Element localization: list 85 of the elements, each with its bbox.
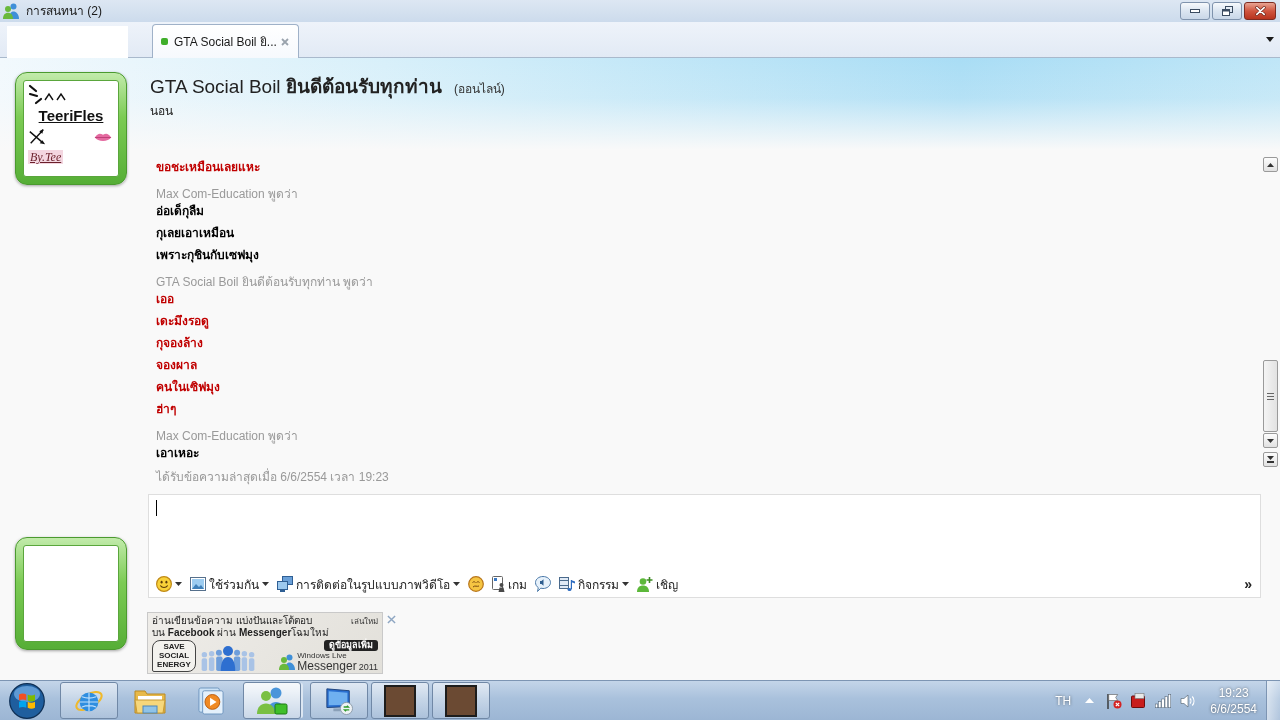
film-music-icon <box>559 576 575 592</box>
close-button[interactable] <box>1244 2 1276 20</box>
picture-icon <box>190 577 206 591</box>
ad-headline: อ่านเขียนข้อความ แบ่งปันและโต้ตอบ บน Facebook ผ่าน Messengerโฉมใหม่ <box>152 615 330 638</box>
product-name: Messenger <box>297 660 357 672</box>
face-icon <box>468 576 484 592</box>
flag-icon[interactable] <box>1106 692 1123 709</box>
signal-icon[interactable] <box>1155 693 1172 708</box>
start-button[interactable] <box>9 682 45 719</box>
play-icon <box>198 686 224 715</box>
message-text: เอาเหอะ <box>156 445 199 462</box>
people-icon <box>256 686 288 715</box>
activities-button[interactable]: กิจกรรม <box>559 574 629 594</box>
picture-signature: By.Tee <box>28 150 64 164</box>
scroll-end-icon <box>1267 456 1274 463</box>
speech-bubble-icon <box>535 576 551 592</box>
message-text: จองผาล <box>156 357 197 374</box>
caret-up-icon <box>1267 162 1274 167</box>
close-icon <box>1254 6 1266 16</box>
smiley-icon <box>156 576 172 592</box>
window-title: การสนทนา (2) <box>26 3 102 19</box>
photo-placeholder <box>384 684 416 717</box>
message-text: เพราะกุชินกับเซฟมุง <box>156 247 259 264</box>
caret-down-icon <box>453 582 460 586</box>
scroll-up-button[interactable] <box>1263 157 1278 172</box>
taskbar-button[interactable] <box>432 682 490 719</box>
text-cursor <box>156 500 157 516</box>
sender-line: GTA Social Boil ยินดีต้อนรับทุกท่าน พูดว่า <box>156 275 374 289</box>
scroll-down-button[interactable] <box>1263 433 1278 448</box>
sender-line: Max Com-Education พูดว่า <box>156 187 299 201</box>
save-energy-badge: SAVE SOCIAL ENERGY <box>152 640 196 672</box>
conversation-tab[interactable]: GTA Social Boil ยิ... <box>152 24 299 58</box>
minimize-button[interactable] <box>1180 2 1210 20</box>
message-text: คนในเซิฟมุง <box>156 378 220 396</box>
caret-down-icon <box>175 582 182 586</box>
sender-line: Max Com-Education พูดว่า <box>156 429 299 443</box>
message-text: เออ <box>156 291 174 308</box>
scroll-to-end-button[interactable] <box>1263 452 1278 467</box>
message-text: ขอชะเหมือนเลยแหะ <box>156 159 260 176</box>
more-button[interactable]: » <box>1242 574 1254 594</box>
taskbar-button[interactable] <box>371 682 429 719</box>
nudge-button[interactable] <box>468 574 484 594</box>
picture-caption: TeeriFles <box>38 107 104 124</box>
caret-down-icon <box>262 582 269 586</box>
timestamp-note: ได้รับข้อความล่าสุดเมื่อ 6/6/2554 เวลา 19:23 <box>156 469 389 485</box>
folder-icon <box>134 687 166 714</box>
people-icon <box>3 3 19 19</box>
personal-message: นอน <box>150 103 173 119</box>
monitors-icon <box>277 576 293 592</box>
presence-status: (ออนไลน์) <box>453 82 505 97</box>
minimize-icon <box>1190 9 1200 13</box>
people-icon <box>279 654 296 670</box>
games-button[interactable]: เกม <box>492 574 527 594</box>
contact-name: GTA Social Boil ยินดีต้อนรับทุกท่าน <box>150 76 442 98</box>
video-call-button[interactable]: การติดต่อในรูปแบบภาพวิดีโอ <box>277 574 460 594</box>
product-year: 2011 <box>358 662 378 672</box>
grip-icon <box>1267 392 1274 400</box>
restore-button[interactable] <box>1212 2 1242 20</box>
caret-down-icon[interactable] <box>1266 37 1274 42</box>
more-info-button[interactable]: ดูข้อมูลเพิ่ม <box>324 640 378 651</box>
message-text: ฮ่าๆ <box>156 401 176 418</box>
brand-caption: Windows Live <box>297 652 347 660</box>
voice-clip-button[interactable] <box>535 574 551 594</box>
card-icon <box>492 576 505 592</box>
message-text: กุเลยเอาเหมือน <box>156 225 234 242</box>
restore-icon <box>1221 6 1233 16</box>
monitor-icon <box>324 686 354 715</box>
crossed-arrows-icon <box>28 128 46 146</box>
caret-down-icon <box>622 582 629 586</box>
message-text: อ่อเด็กุลืม <box>156 202 204 220</box>
emoticon-button[interactable] <box>156 574 182 594</box>
photo-placeholder <box>445 684 477 717</box>
speaker-icon[interactable] <box>1180 693 1197 708</box>
message-text: เดะมึงรอดู <box>156 313 209 330</box>
share-button[interactable]: ใช้ร่วมกัน <box>190 574 269 594</box>
add-person-icon <box>637 576 653 592</box>
message-text: กุจองล้าง <box>156 335 203 352</box>
replay-link[interactable]: เล่นใหม่ <box>351 617 378 627</box>
caret-down-icon <box>1267 438 1274 443</box>
lips-icon <box>94 131 112 143</box>
doodle-icon <box>28 84 68 106</box>
app-icon[interactable] <box>1131 693 1147 708</box>
scroll-thumb[interactable] <box>1263 360 1278 432</box>
people-drawing <box>201 646 255 671</box>
invite-button[interactable]: เชิญ <box>637 574 678 594</box>
